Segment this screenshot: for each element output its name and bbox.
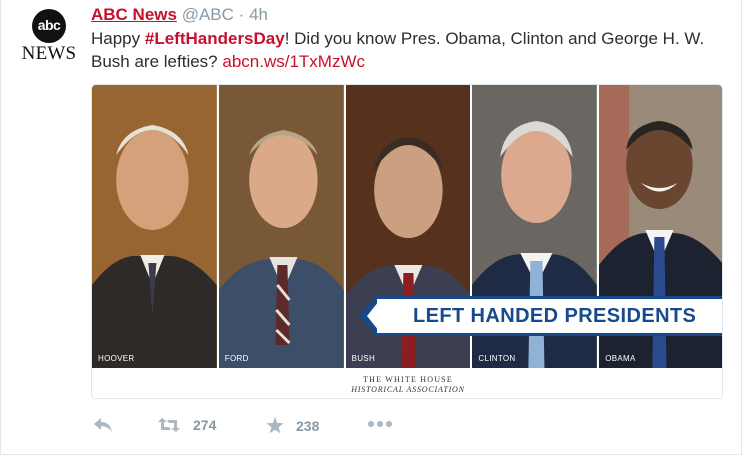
author-name[interactable]: ABC News: [91, 5, 177, 24]
author-handle[interactable]: @ABC: [182, 5, 234, 24]
footer-line-2: HISTORICAL ASSOCIATION: [351, 385, 465, 394]
tweet-text: Happy #LeftHandersDay! Did you know Pres…: [91, 27, 721, 73]
hashtag-link[interactable]: #LeftHandersDay: [145, 29, 285, 48]
banner-text: LEFT HANDED PRESIDENTS: [413, 305, 697, 327]
timestamp[interactable]: 4h: [249, 5, 268, 24]
card-footer: THE WHITE HOUSE HISTORICAL ASSOCIATION: [92, 368, 722, 398]
portrait-label-hoover: HOOVER: [98, 354, 135, 363]
portrait-ford: FORD: [218, 85, 346, 368]
action-bar: 274 238: [91, 417, 491, 437]
star-icon: [266, 417, 284, 434]
favorite-button[interactable]: 238: [266, 417, 319, 434]
reply-icon: [94, 418, 112, 432]
separator: ·: [238, 5, 245, 24]
tweet-text-start: Happy: [91, 29, 145, 48]
portrait-label-clinton: CLINTON: [478, 354, 516, 363]
portrait-label-obama: OBAMA: [605, 354, 636, 363]
reply-button[interactable]: [93, 417, 113, 433]
retweet-button[interactable]: 274: [157, 417, 216, 433]
retweet-icon: [158, 418, 180, 432]
tweet: abc NEWS ABC News @ABC · 4h Happy #LeftH…: [0, 0, 742, 455]
media-card[interactable]: HOOVER FORD BUSH CLINTON OBAMA LEFT HAND…: [91, 84, 723, 399]
more-button[interactable]: [367, 419, 393, 429]
footer-line-1: THE WHITE HOUSE: [363, 375, 453, 384]
url-link[interactable]: abcn.ws/1TxMzWc: [222, 52, 365, 71]
portrait-hoover: HOOVER: [92, 85, 219, 368]
tweet-header: ABC News @ABC · 4h: [91, 4, 268, 26]
hoover-portrait-image: [92, 85, 217, 368]
retweet-count: 274: [193, 417, 217, 433]
title-banner: LEFT HANDED PRESIDENTS: [359, 296, 722, 336]
portrait-label-ford: FORD: [224, 354, 249, 363]
avatar[interactable]: abc NEWS: [19, 6, 79, 66]
abc-logo-icon: abc: [32, 9, 66, 43]
portrait-label-bush: BUSH: [351, 354, 376, 363]
favorite-count: 238: [296, 417, 320, 434]
ford-portrait-image: [218, 85, 344, 368]
more-icon: [368, 421, 392, 427]
avatar-wordmark: NEWS: [21, 43, 77, 64]
